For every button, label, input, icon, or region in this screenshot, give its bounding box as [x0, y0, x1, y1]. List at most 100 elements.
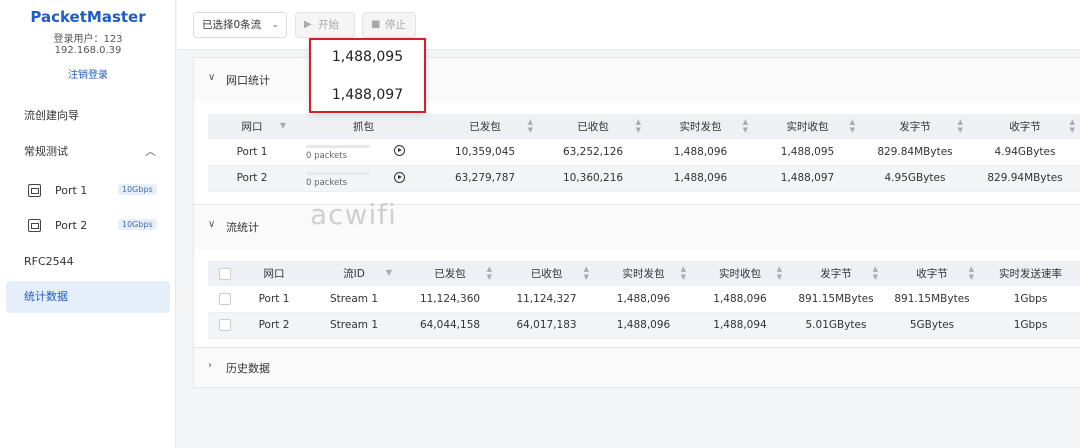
nav-statistics[interactable]: 统计数据	[6, 281, 170, 313]
start-button-label: 开始	[318, 19, 339, 31]
cell-tx: 63,279,787	[431, 165, 539, 192]
col-header-rt-rx[interactable]: 实时收包 ▲ ▼	[754, 114, 861, 139]
cell-port: Port 1	[208, 139, 296, 166]
col-header-rate: 实时发送速率	[980, 261, 1080, 286]
nav-flow-wizard[interactable]: 流创建向导	[6, 100, 170, 132]
flow-stats-table: 网口 流ID ▼ 已发包 ▲ ▼ 已收包 ▲ ▼ 实时发包 ▲ ▼ 实时收包 ▲ ▼ 发字节 ▲ ▼ …	[208, 261, 1080, 339]
cell-rx: 63,252,126	[539, 139, 647, 166]
stop-icon: ■	[371, 19, 381, 30]
table-row[interactable]: Port 2 0 packets 63,279,787 10,360,216 1…	[208, 165, 1080, 192]
col-header-port: 网口	[242, 261, 306, 286]
nav-regular-test[interactable]: 常规测试 ︿	[6, 136, 170, 168]
sort-icon: ▲ ▼	[486, 265, 492, 281]
device-ip: 192.168.0.39	[54, 45, 122, 56]
chevron-up-icon: ︿	[145, 145, 156, 158]
play-icon: ▶	[304, 19, 312, 30]
chevron-down-icon: ∨	[208, 72, 216, 83]
checkbox	[219, 292, 231, 305]
select-all-checkbox[interactable]	[208, 261, 242, 286]
cell-stream-id: Stream 1	[306, 312, 402, 339]
cell-tx-bytes: 4.95GBytes	[861, 165, 969, 192]
table-row[interactable]: Port 2 Stream 1 64,044,158 64,017,183 1,…	[208, 312, 1080, 339]
sort-icon: ▲ ▼	[776, 265, 782, 281]
sidebar-port-label: Port 1	[55, 184, 88, 197]
logout-link[interactable]: 注销登录	[0, 66, 176, 81]
start-button[interactable]: ▶ 开始	[295, 12, 355, 38]
popup-value: 1,488,095	[331, 49, 404, 65]
play-circle-icon[interactable]	[394, 145, 405, 156]
col-header-capture: 抓包	[296, 114, 431, 139]
table-row[interactable]: Port 1 0 packets 10,359,045 63,252,126 1…	[208, 139, 1080, 166]
chevron-down-icon: ∨	[208, 219, 216, 230]
highlight-popup: 1,488,095 1,488,097	[309, 38, 426, 113]
cell-port: Port 2	[242, 312, 306, 339]
ethernet-port-icon	[28, 184, 41, 197]
sort-icon: ▲ ▼	[680, 265, 686, 281]
history-title: 历史数据	[226, 362, 270, 375]
chevron-down-icon: ⌄	[271, 20, 279, 30]
row-checkbox[interactable]	[208, 312, 242, 339]
port-stats-title: 网口统计	[226, 74, 270, 87]
ethernet-port-icon	[28, 219, 41, 232]
sidebar-item-port-1[interactable]: Port 1 10Gbps	[6, 175, 170, 207]
col-header-rt-tx[interactable]: 实时发包 ▲ ▼	[595, 261, 692, 286]
row-checkbox[interactable]	[208, 286, 242, 313]
history-header[interactable]: › 历史数据	[194, 348, 1080, 387]
sort-icon: ▲ ▼	[872, 265, 878, 281]
flow-stats-title: 流统计	[226, 221, 259, 234]
col-header-tx[interactable]: 已发包 ▲ ▼	[431, 114, 539, 139]
cell-tx: 10,359,045	[431, 139, 539, 166]
logged-in-user: 登录用户：123	[53, 34, 123, 45]
cell-tx-bytes: 891.15MBytes	[788, 286, 884, 313]
col-header-rx-bytes[interactable]: 收字节 ▲ ▼	[969, 114, 1080, 139]
sidebar-item-port-2[interactable]: Port 2 10Gbps	[6, 210, 170, 242]
cell-tx: 64,044,158	[402, 312, 498, 339]
capture-count: 0 packets	[306, 177, 347, 188]
col-header-tx-bytes[interactable]: 发字节 ▲ ▼	[861, 114, 969, 139]
col-header-rx-bytes[interactable]: 收字节 ▲ ▼	[884, 261, 980, 286]
cell-capture: 0 packets	[296, 139, 431, 166]
cell-rt-tx: 1,488,096	[595, 312, 692, 339]
play-circle-icon[interactable]	[394, 171, 405, 183]
col-header-rt-tx[interactable]: 实时发包 ▲ ▼	[647, 114, 754, 139]
cell-rt-rx: 1,488,097	[754, 165, 861, 192]
flow-select-dropdown[interactable]: 已选择0条流 ⌄	[193, 12, 287, 38]
cell-rx-bytes: 4.94GBytes	[969, 139, 1080, 166]
sidebar-port-label: Port 2	[55, 219, 88, 232]
filter-icon: ▼	[279, 121, 286, 130]
flow-select-label: 已选择0条流	[202, 19, 262, 31]
stop-button-label: 停止	[385, 19, 406, 31]
col-header-port[interactable]: 网口 ▼	[208, 114, 296, 139]
cell-port: Port 2	[208, 165, 296, 192]
cell-rt-rx: 1,488,094	[692, 312, 788, 339]
sort-icon: ▲ ▼	[1069, 118, 1075, 134]
cell-rx: 11,124,327	[498, 286, 595, 313]
sort-icon: ▲ ▼	[583, 265, 589, 281]
col-header-tx[interactable]: 已发包 ▲ ▼	[402, 261, 498, 286]
capture-count: 0 packets	[306, 151, 347, 161]
nav-rfc2544[interactable]: RFC2544	[6, 246, 170, 278]
sidebar: PacketMaster 登录用户：123 192.168.0.39 注销登录 …	[0, 0, 176, 448]
cell-rt-tx: 1,488,096	[595, 286, 692, 313]
port-stats-table: 网口 ▼ 抓包 已发包 ▲ ▼ 已收包 ▲ ▼ 实时发包 ▲ ▼ 实时收包 ▲ ▼ 发字节 ▲ ▼ 收…	[208, 114, 1080, 192]
cell-tx-bytes: 5.01GBytes	[788, 312, 884, 339]
cell-rt-rx: 1,488,095	[754, 139, 861, 166]
col-header-stream-id[interactable]: 流ID ▼	[306, 261, 402, 286]
table-row[interactable]: Port 1 Stream 1 11,124,360 11,124,327 1,…	[208, 286, 1080, 313]
capture-progress-bar	[306, 171, 370, 175]
cell-tx: 11,124,360	[402, 286, 498, 313]
col-header-rx[interactable]: 已收包 ▲ ▼	[498, 261, 595, 286]
cell-rt-tx: 1,488,096	[647, 165, 754, 192]
cell-tx-bytes: 829.84MBytes	[861, 139, 969, 166]
stop-button[interactable]: ■ 停止	[362, 12, 416, 38]
col-header-rt-rx[interactable]: 实时收包 ▲ ▼	[692, 261, 788, 286]
history-panel: › 历史数据	[193, 347, 1080, 388]
sort-icon: ▲ ▼	[957, 118, 963, 134]
speed-badge: 10Gbps	[118, 184, 157, 195]
col-header-tx-bytes[interactable]: 发字节 ▲ ▼	[788, 261, 884, 286]
speed-badge: 10Gbps	[118, 219, 157, 230]
table-header-row: 网口 ▼ 抓包 已发包 ▲ ▼ 已收包 ▲ ▼ 实时发包 ▲ ▼ 实时收包 ▲ ▼ 发字节 ▲ ▼ 收…	[208, 114, 1080, 139]
filter-icon: ▼	[385, 268, 392, 277]
sort-icon: ▲ ▼	[742, 118, 748, 134]
col-header-rx[interactable]: 已收包 ▲ ▼	[539, 114, 647, 139]
